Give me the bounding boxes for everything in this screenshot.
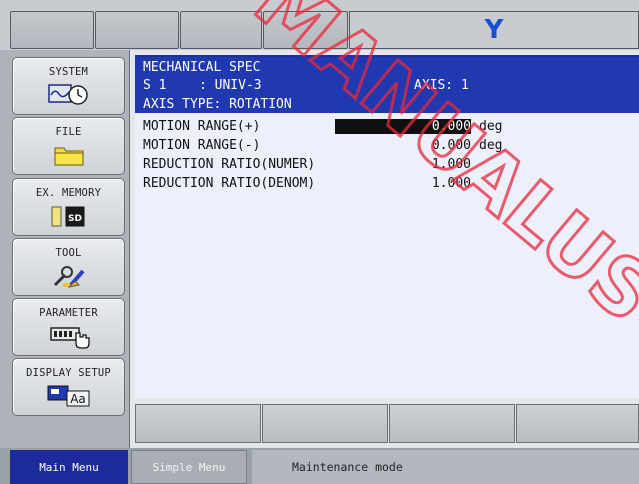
function-button-4[interactable] [516, 404, 639, 443]
menu-file-button[interactable]: FILE [12, 117, 125, 175]
row-value-motion-range-plus[interactable]: 0.000 [335, 119, 471, 134]
top-button-1[interactable] [10, 11, 94, 49]
axis-number: AXIS: 1 [414, 78, 469, 93]
menu-system-button[interactable]: SYSTEM [12, 57, 125, 115]
row-label-motion-range-minus: MOTION RANGE(-) [143, 138, 261, 153]
folder-icon [52, 142, 86, 170]
svg-text:SD: SD [68, 214, 82, 224]
simple-menu-tab[interactable]: Simple Menu [131, 450, 247, 484]
s-label: S 1 [143, 78, 167, 93]
status-message: Maintenance mode [252, 450, 639, 484]
system-clock-icon [46, 82, 92, 110]
menu-display-setup-label: DISPLAY SETUP [26, 367, 111, 379]
row-value-reduction-numer[interactable]: 1.000 [335, 157, 471, 172]
maintenance-mode-text: Maintenance mode [292, 460, 403, 474]
row-unit-motion-range-minus: deg [479, 138, 503, 153]
row-unit-motion-range-plus: deg [479, 119, 503, 134]
menu-parameter-button[interactable]: PARAMETER [12, 298, 125, 356]
row-label-reduction-numer: REDUCTION RATIO(NUMER) [143, 157, 316, 172]
menu-ex-memory-label: EX. MEMORY [35, 187, 102, 199]
top-button-4[interactable] [263, 11, 348, 49]
function-button-1[interactable] [135, 404, 261, 443]
menu-parameter-label: PARAMETER [39, 307, 98, 319]
menu-system-label: SYSTEM [48, 66, 89, 78]
row-value-motion-range-minus[interactable]: 0.000 [335, 138, 471, 153]
y-indicator: Y [484, 15, 504, 45]
svg-text:Aa: Aa [70, 392, 86, 406]
menu-file-label: FILE [55, 126, 82, 138]
main-menu-tab[interactable]: Main Menu [10, 450, 128, 484]
tool-icon [49, 263, 89, 293]
display-setup-icon: Aa [45, 383, 93, 411]
sd-card-icon: SD [49, 203, 89, 231]
axis-type: AXIS TYPE: ROTATION [143, 97, 292, 112]
servo-status-panel: Y [349, 11, 639, 49]
function-button-3[interactable] [389, 404, 515, 443]
row-label-reduction-denom: REDUCTION RATIO(DENOM) [143, 176, 316, 191]
s-value: : UNIV-3 [199, 78, 262, 93]
menu-tool-label: TOOL [55, 247, 82, 259]
row-label-motion-range-plus: MOTION RANGE(+) [143, 119, 261, 134]
top-button-3[interactable] [180, 11, 262, 49]
menu-ex-memory-button[interactable]: EX. MEMORY SD [12, 178, 125, 236]
top-button-2[interactable] [95, 11, 179, 49]
screen-title: MECHANICAL SPEC [143, 60, 261, 75]
menu-tool-button[interactable]: TOOL [12, 238, 125, 296]
row-value-reduction-denom[interactable]: 1.000 [335, 176, 471, 191]
function-button-2[interactable] [262, 404, 388, 443]
parameter-hand-icon [45, 323, 93, 353]
menu-display-setup-button[interactable]: DISPLAY SETUP Aa [12, 358, 125, 416]
